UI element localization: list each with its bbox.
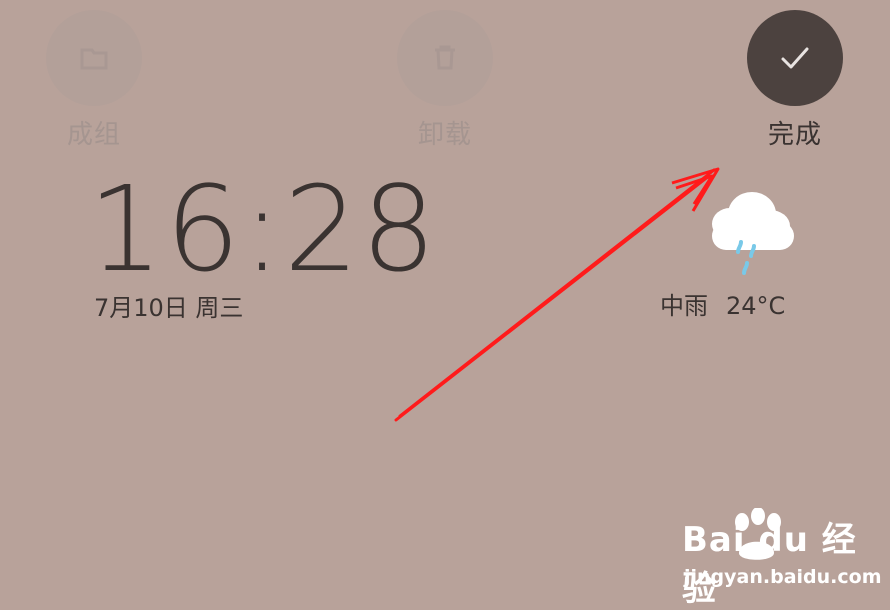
check-icon: [781, 47, 809, 69]
weather-info: 中雨 24°C: [660, 286, 785, 321]
uninstall-label: 卸载: [417, 120, 472, 150]
trash-icon: [435, 45, 455, 70]
group-button[interactable]: [46, 10, 142, 106]
clock-time: 16:28: [88, 160, 439, 298]
done-button[interactable]: [747, 10, 843, 106]
weather-condition: 中雨: [660, 292, 708, 320]
folder-icon: [80, 48, 108, 70]
group-label: 成组: [66, 120, 121, 150]
uninstall-button[interactable]: [397, 10, 493, 106]
done-label: 完成: [767, 120, 822, 150]
clock-date: 7月10日 周三: [94, 294, 244, 322]
watermark-url: jingyan.baidu.com: [684, 566, 882, 588]
baidu-watermark: Bai du 经验 jingyan.baidu.com: [682, 508, 882, 609]
cloud-rain-icon: [712, 192, 794, 275]
watermark-brand: Bai du 经验: [682, 520, 857, 609]
weather-temperature: 24°C: [726, 292, 786, 320]
